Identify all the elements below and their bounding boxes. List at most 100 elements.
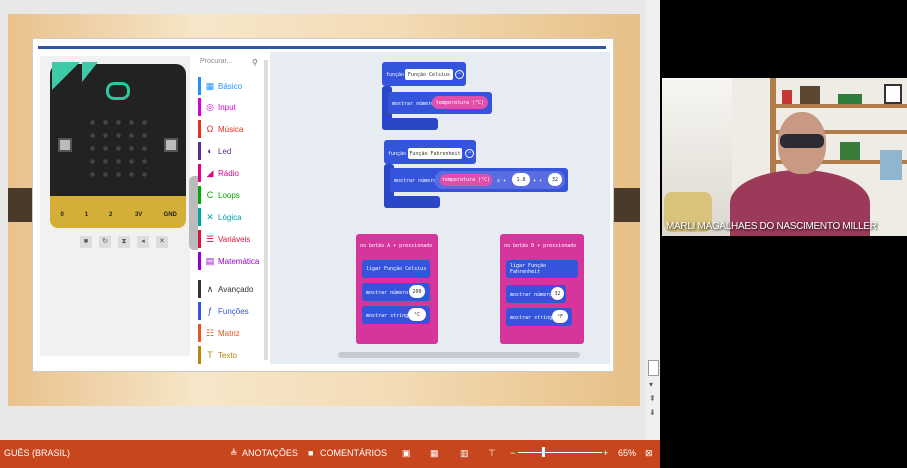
- loop-icon: C: [206, 190, 214, 200]
- multiply-operator-dropdown[interactable]: x ▾: [497, 178, 506, 184]
- zoom-level[interactable]: 65%: [618, 448, 636, 458]
- call-function-block[interactable]: ligar Função Celsius: [362, 260, 430, 278]
- list-icon: ☰: [205, 233, 215, 244]
- toolbox-category-música[interactable]: Ω Música: [198, 119, 264, 139]
- chevron-up-icon: ∧: [206, 283, 214, 294]
- toolbox-category-input[interactable]: ◎ Input: [198, 97, 264, 117]
- board-corner-decoration: [82, 62, 98, 82]
- function-keyword: função: [388, 151, 407, 157]
- notes-icon[interactable]: ≜: [230, 448, 238, 459]
- number-input[interactable]: 32: [551, 287, 564, 300]
- function-keyword: função: [386, 72, 405, 78]
- reading-view-icon[interactable]: ▥: [460, 448, 469, 459]
- pin-label[interactable]: 0: [50, 196, 74, 228]
- minus-circle-icon[interactable]: −: [455, 70, 464, 79]
- toolbox-category-rádio[interactable]: ◢ Rádio: [198, 163, 264, 183]
- slideshow-icon[interactable]: ⊤: [488, 448, 496, 459]
- call-function-block[interactable]: ligar Função Fahrenheit: [506, 260, 578, 278]
- plant: [838, 94, 862, 104]
- microbit-pins: 0 1 2 3V GND: [50, 196, 186, 228]
- toolbox-category-led[interactable]: ◐ Led: [198, 141, 264, 161]
- pin-label[interactable]: 2: [99, 196, 123, 228]
- pin-label: 3V: [134, 212, 143, 218]
- category-label: Input: [218, 102, 236, 112]
- workspace-scrollbar[interactable]: [338, 352, 580, 358]
- zoom-in-icon[interactable]: +: [603, 448, 608, 458]
- headphones-icon: Ω: [206, 124, 214, 134]
- string-input[interactable]: °C: [408, 308, 426, 321]
- language-indicator[interactable]: GUÊS (BRASIL): [4, 448, 70, 458]
- search-icon[interactable]: ⚲: [252, 58, 258, 67]
- category-color-bar: [198, 346, 201, 364]
- toolbox-category-funções[interactable]: ƒ Funções: [198, 301, 264, 321]
- next-slide-icon[interactable]: ⇟: [649, 408, 656, 417]
- fit-to-window-icon[interactable]: ⊠: [645, 448, 653, 459]
- category-label: Loops: [218, 190, 240, 200]
- simulator-controls: ■ ↻ ⧗ ◂ ✕: [80, 236, 168, 248]
- scroll-down-icon[interactable]: ▾: [649, 380, 653, 389]
- category-color-bar: [198, 252, 201, 270]
- toolbox-category-variáveis[interactable]: ☰ Variáveis: [198, 229, 264, 249]
- microbit-button-a[interactable]: [58, 138, 72, 152]
- zoom-slider-track[interactable]: [518, 452, 602, 453]
- number-input[interactable]: 1.8: [512, 173, 530, 186]
- slowmo-icon[interactable]: ⧗: [118, 236, 130, 248]
- led-matrix: [86, 116, 150, 180]
- category-label: Música: [218, 124, 244, 134]
- category-color-bar: [198, 324, 201, 342]
- category-color-bar: [198, 77, 201, 95]
- string-input[interactable]: °F: [552, 310, 568, 323]
- toolbox-category-matriz[interactable]: ☷ Matriz: [198, 323, 264, 343]
- toggle-icon: ◐: [207, 146, 213, 156]
- shuffle-icon: ✕: [206, 211, 214, 222]
- previous-slide-icon[interactable]: ⇞: [649, 394, 656, 403]
- toolbox-category-texto[interactable]: T Texto: [198, 345, 264, 365]
- screen: 0 1 2 3V GND ■ ↻ ⧗ ◂ ✕ Procurar... ⚲ ▦ Bá…: [0, 0, 907, 468]
- signal-icon: ◢: [206, 167, 214, 178]
- temperature-variable[interactable]: temperatura (°C): [432, 96, 488, 109]
- toolbox-category-loops[interactable]: C Loops: [198, 185, 264, 205]
- comment-icon[interactable]: ■: [308, 448, 313, 458]
- minus-circle-icon[interactable]: −: [465, 149, 474, 158]
- picture-frame: [884, 84, 902, 104]
- function-footer: [384, 196, 440, 208]
- toolbox-category-lógica[interactable]: ✕ Lógica: [198, 207, 264, 227]
- toolbox-category-matemática[interactable]: ▤ Matemática: [198, 251, 264, 271]
- text-icon: T: [207, 350, 213, 360]
- category-label: Funções: [218, 306, 249, 316]
- category-label: Básico: [218, 81, 243, 91]
- toolbox-scrollbar[interactable]: [264, 60, 268, 360]
- microbit-logo-icon: [106, 82, 130, 100]
- restart-icon[interactable]: ↻: [99, 236, 111, 248]
- stop-icon[interactable]: ■: [80, 236, 92, 248]
- scroll-thumb[interactable]: [648, 360, 659, 376]
- number-input[interactable]: 32: [548, 173, 562, 186]
- slide-sorter-icon[interactable]: ▦: [430, 448, 439, 459]
- category-color-bar: [198, 302, 201, 320]
- fullscreen-icon[interactable]: ✕: [156, 236, 168, 248]
- notes-button[interactable]: ANOTAÇÕES: [242, 448, 298, 458]
- pin-label[interactable]: 1: [74, 196, 98, 228]
- toolbox-category-avançado[interactable]: ∧ Avançado: [198, 279, 264, 299]
- category-label: Rádio: [218, 168, 239, 178]
- editor-top-border: [38, 46, 606, 49]
- show-string-label: mostrar string: [510, 315, 553, 321]
- normal-view-icon[interactable]: ▣: [402, 448, 411, 459]
- category-label: Lógica: [218, 212, 242, 222]
- category-color-bar: [198, 186, 201, 204]
- zoom-slider-thumb[interactable]: [542, 447, 545, 457]
- category-color-bar: [198, 164, 201, 182]
- category-label: Texto: [218, 350, 238, 360]
- function-name-field[interactable]: Função Fahrenheit: [408, 148, 462, 159]
- category-color-bar: [198, 208, 201, 226]
- microbit-button-b[interactable]: [164, 138, 178, 152]
- add-operator-dropdown[interactable]: + ▾: [533, 178, 542, 184]
- number-input[interactable]: 200: [409, 285, 425, 298]
- zoom-out-icon[interactable]: −: [510, 448, 515, 458]
- function-name-field[interactable]: Função Celsius: [405, 69, 453, 80]
- comments-button[interactable]: COMENTÁRIOS: [320, 448, 387, 458]
- toolbox-category-básico[interactable]: ▦ Básico: [198, 76, 264, 96]
- temperature-variable[interactable]: temperatura (°C): [440, 174, 492, 186]
- mute-icon[interactable]: ◂: [137, 236, 149, 248]
- participant-name: MARLI MAGALHAES DO NASCIMENTO MILLER: [666, 221, 877, 232]
